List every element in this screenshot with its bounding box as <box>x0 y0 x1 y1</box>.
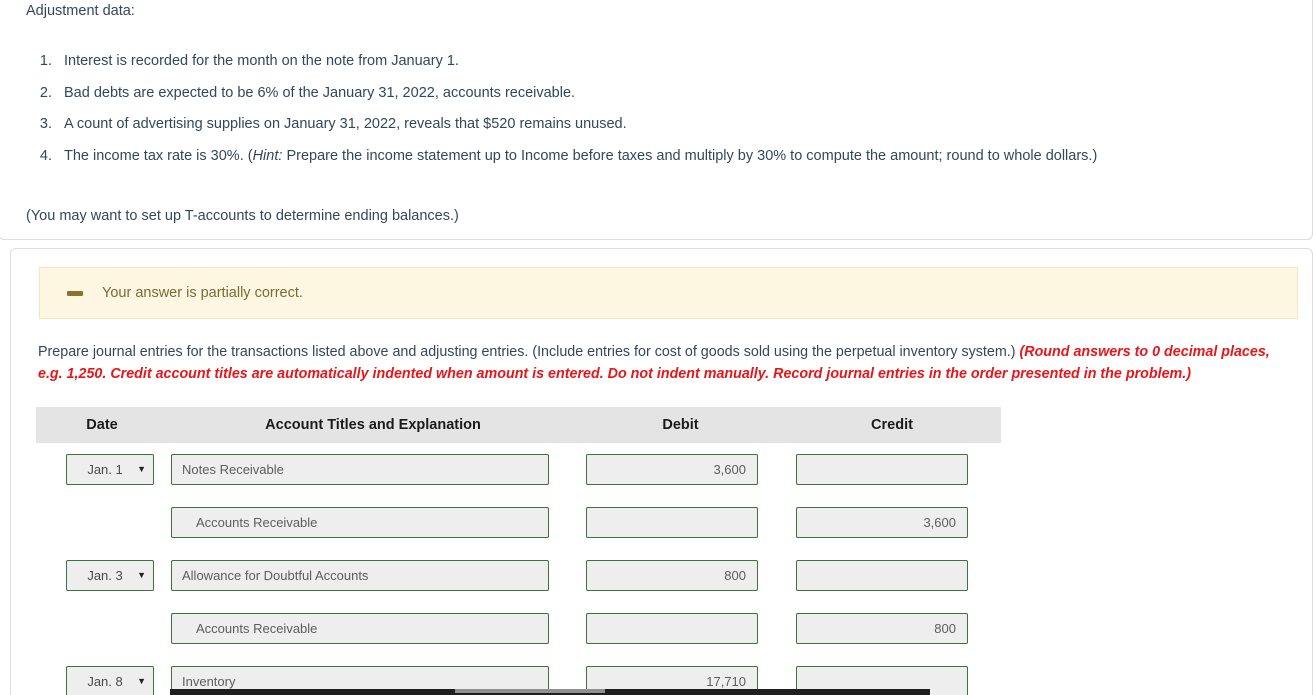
answer-card: Your answer is partially correct. Prepar… <box>10 248 1313 695</box>
account-title-input[interactable]: Accounts Receivable <box>171 613 549 644</box>
table-header-row: Date Account Titles and Explanation Debi… <box>36 407 1001 443</box>
date-select-label: Jan. 3 <box>87 568 123 583</box>
table-row: Jan. 1 ▼ Notes Receivable 3,600 <box>36 443 1001 496</box>
date-cell: Jan. 3 ▼ <box>36 560 168 591</box>
table-row: Accounts Receivable 800 <box>36 602 1001 655</box>
credit-amount-input[interactable] <box>796 454 968 485</box>
date-select-label: Jan. 1 <box>87 462 123 477</box>
list-item: The income tax rate is 30%. (Hint: Prepa… <box>56 145 1276 167</box>
list-item: A count of advertising supplies on Janua… <box>56 113 1276 135</box>
account-cell: Accounts Receivable <box>168 613 578 644</box>
date-cell: Jan. 8 ▼ <box>36 666 168 695</box>
account-cell: Notes Receivable <box>168 454 578 485</box>
page-root: Adjustment data: Interest is recorded fo… <box>0 0 1313 695</box>
chevron-down-icon: ▼ <box>137 570 146 580</box>
instructions-plain: Prepare journal entries for the transact… <box>38 344 1016 360</box>
debit-cell <box>578 613 783 644</box>
hint-text: Prepare the income statement up to Incom… <box>286 147 1098 164</box>
bottom-window-bar-highlight <box>455 689 605 693</box>
column-header-date: Date <box>86 417 118 433</box>
account-title-input[interactable]: Accounts Receivable <box>171 507 549 538</box>
credit-amount-input[interactable]: 800 <box>796 613 968 644</box>
column-header-credit: Credit <box>871 417 913 433</box>
account-title-input[interactable]: Notes Receivable <box>171 454 549 485</box>
debit-cell: 3,600 <box>578 454 783 485</box>
column-header-account: Account Titles and Explanation <box>265 417 481 433</box>
list-item: Interest is recorded for the month on th… <box>56 50 1276 72</box>
account-cell: Accounts Receivable <box>168 507 578 538</box>
chevron-down-icon: ▼ <box>137 676 146 686</box>
account-cell: Allowance for Doubtful Accounts <box>168 560 578 591</box>
account-title-input[interactable]: Allowance for Doubtful Accounts <box>171 560 549 591</box>
debit-cell: 800 <box>578 560 783 591</box>
credit-cell <box>783 454 1001 485</box>
chevron-down-icon: ▼ <box>137 464 146 474</box>
journal-entry-table: Date Account Titles and Explanation Debi… <box>36 407 1001 695</box>
credit-amount-input[interactable]: 3,600 <box>796 507 968 538</box>
t-accounts-note: (You may want to set up T-accounts to de… <box>26 208 459 225</box>
date-select-jan-3[interactable]: Jan. 3 ▼ <box>66 560 154 591</box>
debit-amount-input[interactable] <box>586 613 758 644</box>
hint-label: Hint: <box>252 147 283 164</box>
column-header-debit: Debit <box>662 417 699 433</box>
status-banner-text: Your answer is partially correct. <box>102 285 303 301</box>
date-cell: Jan. 1 ▼ <box>36 454 168 485</box>
credit-cell: 800 <box>783 613 1001 644</box>
credit-cell: 3,600 <box>783 507 1001 538</box>
table-row: Jan. 3 ▼ Allowance for Doubtful Accounts… <box>36 549 1001 602</box>
status-banner: Your answer is partially correct. <box>39 267 1298 319</box>
debit-amount-input[interactable] <box>586 507 758 538</box>
table-row: Accounts Receivable 3,600 <box>36 496 1001 549</box>
credit-amount-input[interactable] <box>796 560 968 591</box>
debit-cell <box>578 507 783 538</box>
minus-icon <box>67 290 83 296</box>
credit-cell <box>783 560 1001 591</box>
list-item-text-prefix: The income tax rate is 30%. ( <box>64 147 253 164</box>
date-select-jan-1[interactable]: Jan. 1 ▼ <box>66 454 154 485</box>
problem-statement-body: Adjustment data: Interest is recorded fo… <box>26 0 1276 228</box>
date-select-label: Jan. 8 <box>87 674 123 689</box>
instructions-text: Prepare journal entries for the transact… <box>38 342 1286 385</box>
debit-amount-input[interactable]: 800 <box>586 560 758 591</box>
date-select-jan-8[interactable]: Jan. 8 ▼ <box>66 666 154 695</box>
adjustment-data-list: Interest is recorded for the month on th… <box>26 50 1276 167</box>
adjustment-data-heading: Adjustment data: <box>26 3 135 19</box>
list-item: Bad debts are expected to be 6% of the J… <box>56 82 1276 104</box>
debit-amount-input[interactable]: 3,600 <box>586 454 758 485</box>
